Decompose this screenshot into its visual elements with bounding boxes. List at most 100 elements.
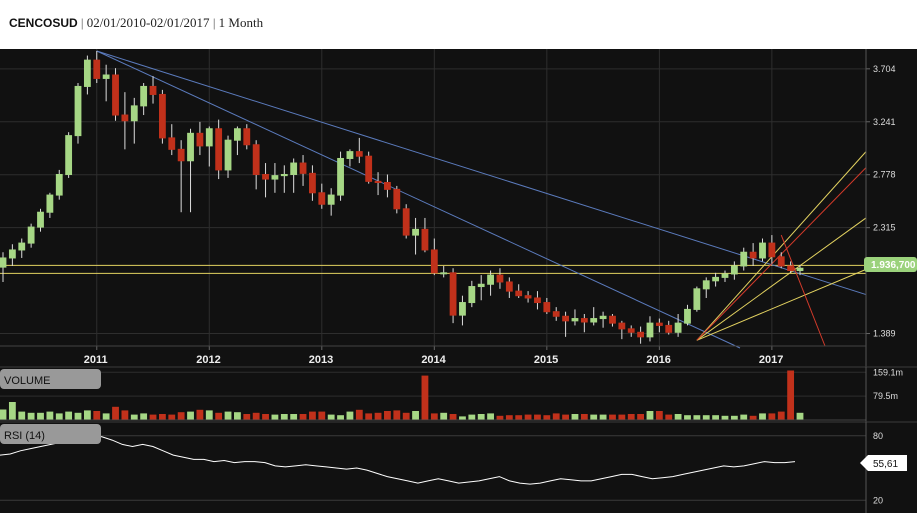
candle-body: [684, 308, 691, 324]
candle-body: [205, 128, 213, 147]
volume-bar: [177, 412, 185, 420]
volume-bar: [430, 413, 438, 420]
chart-header: CENCOSUD | 02/01/2010-02/01/2017 | 1 Mon…: [0, 0, 917, 49]
candle-body: [609, 315, 616, 324]
volume-bar: [721, 415, 729, 420]
last-price-label: 1.936,700: [871, 260, 916, 271]
interval-label: 1 Month: [218, 15, 264, 30]
volume-bar: [627, 414, 635, 420]
time-tick-label: 2014: [421, 354, 446, 366]
candle-body: [177, 148, 185, 162]
candle-body: [637, 331, 645, 338]
volume-bar: [459, 416, 466, 420]
time-tick-label: 2012: [196, 354, 220, 366]
symbol-label: CENCOSUD: [9, 16, 78, 30]
volume-bar: [140, 413, 148, 420]
volume-bar: [543, 415, 551, 420]
rsi-pane-tab[interactable]: RSI (14): [0, 424, 101, 444]
volume-tab-label: VOLUME: [4, 375, 50, 387]
volume-pane-tab[interactable]: VOLUME: [0, 369, 101, 389]
volume-bar: [299, 414, 307, 420]
title-separator: |: [212, 15, 216, 30]
last-price-tag: 1.936,700: [864, 257, 917, 272]
candle-body: [243, 128, 251, 146]
price-tick-label: 2.778: [873, 170, 896, 180]
candle-body: [702, 280, 710, 290]
volume-bar: [149, 414, 157, 420]
candle-body: [468, 286, 476, 304]
candle-body: [402, 208, 410, 236]
volume-bar: [524, 414, 532, 420]
candle-body: [562, 315, 569, 322]
candle-body: [318, 192, 326, 205]
volume-bar: [309, 411, 316, 420]
volume-bar: [318, 411, 326, 420]
volume-bar: [487, 413, 494, 420]
candle-body: [112, 74, 119, 116]
candle-body: [93, 59, 101, 79]
volume-bar: [768, 413, 776, 420]
candle-body: [46, 194, 54, 213]
candle-body: [271, 175, 279, 180]
volume-bar: [759, 413, 766, 420]
candle-body: [83, 59, 91, 87]
candle-body: [749, 251, 757, 259]
candle-body: [740, 251, 748, 267]
candle-body: [721, 273, 729, 278]
candle-body: [646, 322, 654, 338]
volume-bar: [55, 413, 63, 420]
candle-body: [196, 132, 204, 147]
rsi-tick-label: 20: [873, 495, 883, 505]
volume-tick-label: 159.1m: [873, 367, 903, 377]
candle-body: [787, 265, 795, 272]
volume-bar: [337, 415, 344, 420]
volume-bar: [102, 413, 110, 420]
candle-body: [355, 151, 363, 157]
candle-body: [346, 151, 354, 159]
stock-chart[interactable]: 3.704 3.241 2.778 2.315 1.389 2011 2012 2013 20…: [0, 49, 917, 513]
candle-body: [655, 322, 663, 326]
volume-bar: [730, 415, 738, 420]
volume-bar: [665, 414, 673, 420]
candle-body: [618, 322, 626, 330]
candle-body: [768, 242, 776, 258]
candle-body: [627, 328, 635, 333]
candle-body: [8, 249, 16, 259]
candle-body: [543, 302, 551, 313]
volume-bar: [112, 406, 119, 420]
candle-body: [534, 297, 541, 304]
volume-bar: [346, 411, 354, 420]
candle-body: [552, 311, 560, 317]
candle-body: [590, 318, 598, 323]
candle-body: [571, 318, 579, 322]
volume-bar: [693, 415, 701, 420]
volume-bar: [402, 412, 410, 420]
price-tick-label: 2.315: [873, 223, 896, 233]
volume-bar: [580, 414, 588, 420]
volume-bar: [290, 414, 298, 420]
volume-bar: [27, 412, 35, 420]
price-tick-label: 1.389: [873, 329, 896, 339]
candle-body: [505, 281, 513, 292]
volume-bar: [384, 411, 391, 420]
volume-bar: [234, 412, 241, 420]
date-range-label: 02/01/2010-02/01/2017: [86, 15, 210, 30]
volume-bar: [749, 415, 757, 420]
volume-bar: [740, 414, 748, 420]
candle-body: [327, 194, 335, 205]
chart-title: CENCOSUD | 02/01/2010-02/01/2017 | 1 Mon…: [9, 15, 263, 31]
volume-bar: [655, 411, 663, 420]
rsi-tab-label: RSI (14): [4, 430, 45, 442]
volume-bar: [684, 415, 691, 420]
rsi-tick-label: 80: [873, 431, 883, 441]
volume-bar: [224, 411, 232, 420]
volume-bar: [187, 411, 194, 420]
candle-body: [440, 272, 448, 275]
volume-bar: [365, 413, 373, 420]
candle-body: [374, 180, 382, 183]
volume-bar: [158, 414, 166, 420]
candle-body: [421, 228, 429, 251]
volume-bar: [515, 415, 523, 420]
volume-bar: [477, 414, 485, 420]
candle-body: [430, 249, 438, 274]
